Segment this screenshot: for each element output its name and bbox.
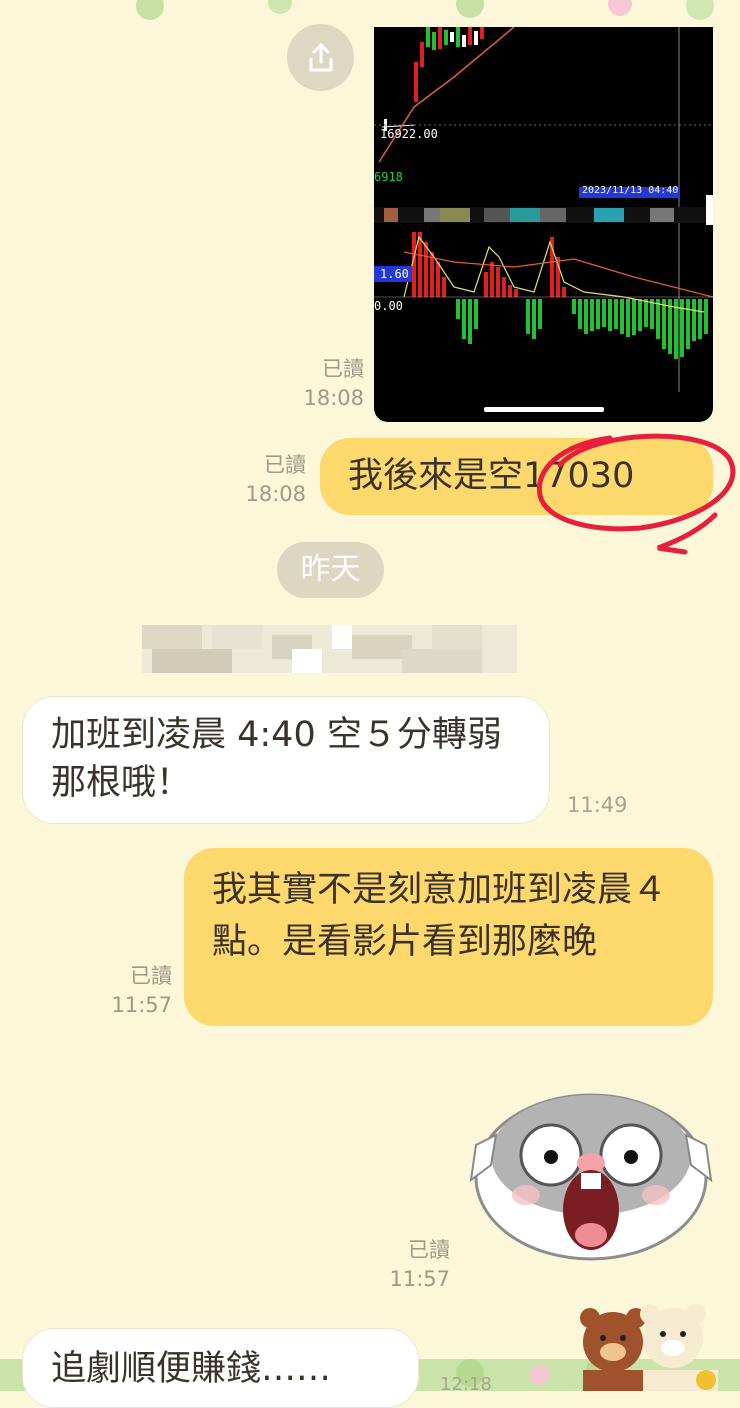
price-label: 16922.00 — [380, 127, 438, 141]
message-meta-4: 已讀 11:57 — [100, 962, 172, 1020]
friend-message-bubble[interactable]: 追劇順便賺錢…… — [22, 1328, 419, 1408]
read-status: 已讀 — [130, 964, 172, 988]
chart-screenshot-image[interactable]: 16922.00 6918 2023/11/13 04:40 1.60 0.00 — [374, 27, 713, 422]
read-status: 已讀 — [322, 357, 364, 381]
volume-label: 6918 — [374, 170, 403, 184]
hamster-sticker[interactable] — [466, 1085, 716, 1265]
date-divider: 昨天 — [277, 542, 384, 598]
message-time: 11:49 — [567, 793, 628, 817]
indicator-label: 1.60 — [380, 267, 409, 281]
message-meta-1: 已讀 18:08 — [290, 355, 364, 413]
message-meta-5: 已讀 11:57 — [378, 1236, 450, 1294]
blurred-system-message — [142, 625, 517, 673]
message-time: 18:08 — [303, 386, 364, 410]
chart-graphic — [374, 27, 713, 412]
friend-message-bubble[interactable]: 加班到凌晨 4:40 空５分轉弱那根哦！ — [22, 696, 550, 824]
top-decoration — [0, 0, 740, 22]
datetime-label: 2023/11/13 04:40 — [582, 185, 679, 196]
share-button[interactable] — [287, 24, 354, 91]
message-time: 18:08 — [245, 482, 306, 506]
message-text: 加班到凌晨 4:40 空５分轉弱那根哦！ — [51, 715, 502, 803]
message-time: 11:57 — [111, 993, 172, 1017]
red-circle-annotation — [536, 433, 736, 555]
indicator-histogram — [412, 232, 708, 359]
read-status: 已讀 — [408, 1238, 450, 1262]
zero-label: 0.00 — [374, 299, 403, 313]
message-time: 11:57 — [389, 1267, 450, 1291]
message-text: 追劇順便賺錢…… — [51, 1349, 332, 1389]
message-meta-2: 已讀 18:08 — [232, 451, 306, 509]
message-time: 12:18 — [440, 1374, 492, 1395]
read-status: 已讀 — [264, 453, 306, 477]
home-indicator — [484, 407, 604, 412]
bear-stickers-icon — [580, 1304, 718, 1391]
ma-line — [378, 27, 515, 163]
candlesticks — [381, 27, 484, 131]
share-icon — [309, 43, 332, 71]
message-text: 我其實不是刻意加班到凌晨４點。是看影片看到那麼晚 — [212, 870, 668, 962]
my-message-bubble[interactable]: 我其實不是刻意加班到凌晨４點。是看影片看到那麼晚 — [184, 848, 713, 1026]
